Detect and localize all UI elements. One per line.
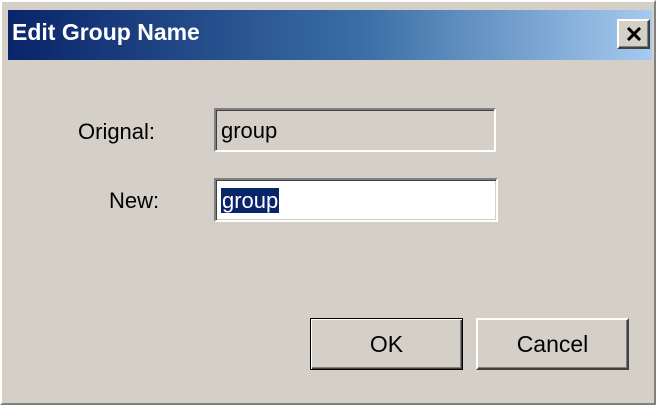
ok-button[interactable]: OK [310, 318, 463, 370]
new-name-value: group [221, 188, 280, 213]
original-label: Orignal: [78, 119, 156, 144]
title-bar[interactable]: Edit Group Name [8, 10, 652, 60]
cancel-button[interactable]: Cancel [476, 318, 629, 370]
original-name-value: group [221, 118, 278, 143]
edit-group-name-dialog: Edit Group Name Orignal: group New: grou… [0, 0, 656, 405]
dialog-title: Edit Group Name [12, 19, 200, 45]
original-name-field: group [214, 108, 496, 152]
new-label: New: [109, 188, 160, 213]
new-name-input[interactable]: group [214, 178, 498, 222]
close-icon [626, 27, 642, 41]
close-button[interactable] [617, 19, 650, 49]
